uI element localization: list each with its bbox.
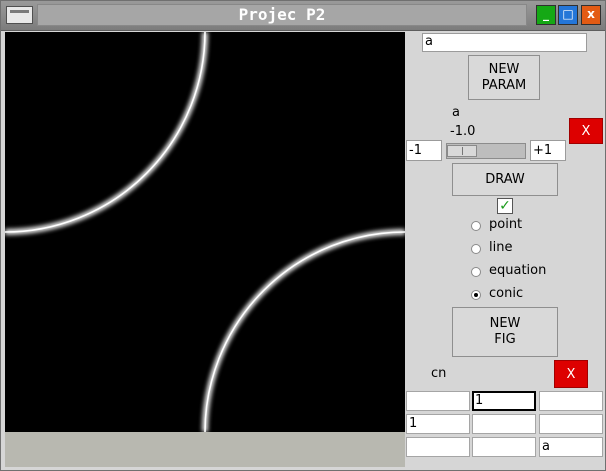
param-min-input[interactable]: -1 bbox=[406, 140, 442, 161]
radio-line[interactable] bbox=[471, 244, 481, 254]
new-fig-button[interactable]: NEW FIG bbox=[452, 307, 558, 357]
new-fig-label-line2: FIG bbox=[494, 332, 516, 347]
coef-cell-r0c1[interactable]: 1 bbox=[472, 391, 536, 411]
app-window: Projec P2 _ □ x a NEW PARAM a X -1.0 -1 bbox=[0, 0, 606, 471]
minimize-button[interactable]: _ bbox=[536, 5, 556, 25]
radio-point-label[interactable]: point bbox=[489, 217, 522, 232]
param-slider[interactable] bbox=[446, 143, 526, 159]
param-name-input[interactable]: a bbox=[422, 33, 587, 52]
coef-cell-r2c1[interactable] bbox=[472, 437, 536, 457]
param-name-label: a bbox=[452, 105, 460, 120]
new-fig-label-line1: NEW bbox=[489, 316, 521, 331]
draw-button[interactable]: DRAW bbox=[452, 163, 558, 196]
coef-cell-r2c2[interactable]: a bbox=[539, 437, 603, 457]
coef-cell-r0c2[interactable] bbox=[539, 391, 603, 411]
new-param-label-line2: PARAM bbox=[481, 77, 527, 93]
title-bar[interactable]: Projec P2 _ □ x bbox=[1, 1, 605, 31]
radio-line-label[interactable]: line bbox=[489, 240, 512, 255]
radio-conic-label[interactable]: conic bbox=[489, 286, 523, 301]
coef-cell-r1c1[interactable] bbox=[472, 414, 536, 434]
delete-figure-button[interactable]: X bbox=[554, 360, 588, 388]
conic-plot bbox=[4, 31, 406, 433]
coef-cell-r1c2[interactable] bbox=[539, 414, 603, 434]
draw-checkbox[interactable]: ✓ bbox=[497, 198, 513, 214]
param-max-input[interactable]: +1 bbox=[530, 140, 566, 161]
radio-equation-label[interactable]: equation bbox=[489, 263, 546, 278]
radio-conic[interactable] bbox=[471, 290, 481, 300]
new-param-button[interactable]: NEW PARAM bbox=[468, 55, 540, 100]
figure-name-label: cn bbox=[431, 366, 447, 381]
coef-cell-r0c0[interactable] bbox=[406, 391, 470, 411]
maximize-button[interactable]: □ bbox=[558, 5, 578, 25]
radio-point[interactable] bbox=[471, 221, 481, 231]
window-title: Projec P2 bbox=[37, 4, 527, 26]
slider-handle[interactable] bbox=[447, 145, 477, 157]
window-menu-icon[interactable] bbox=[6, 6, 33, 24]
coef-cell-r1c0[interactable]: 1 bbox=[406, 414, 470, 434]
status-area bbox=[5, 432, 405, 467]
radio-equation[interactable] bbox=[471, 267, 481, 277]
new-param-label-line1: NEW bbox=[488, 61, 520, 77]
conic-curve bbox=[4, 31, 406, 433]
coef-cell-r2c0[interactable] bbox=[406, 437, 470, 457]
drawing-canvas[interactable] bbox=[4, 31, 406, 433]
delete-param-button[interactable]: X bbox=[569, 118, 603, 144]
close-button[interactable]: x bbox=[581, 5, 601, 25]
check-icon: ✓ bbox=[499, 198, 511, 214]
param-value-label: -1.0 bbox=[450, 124, 476, 139]
